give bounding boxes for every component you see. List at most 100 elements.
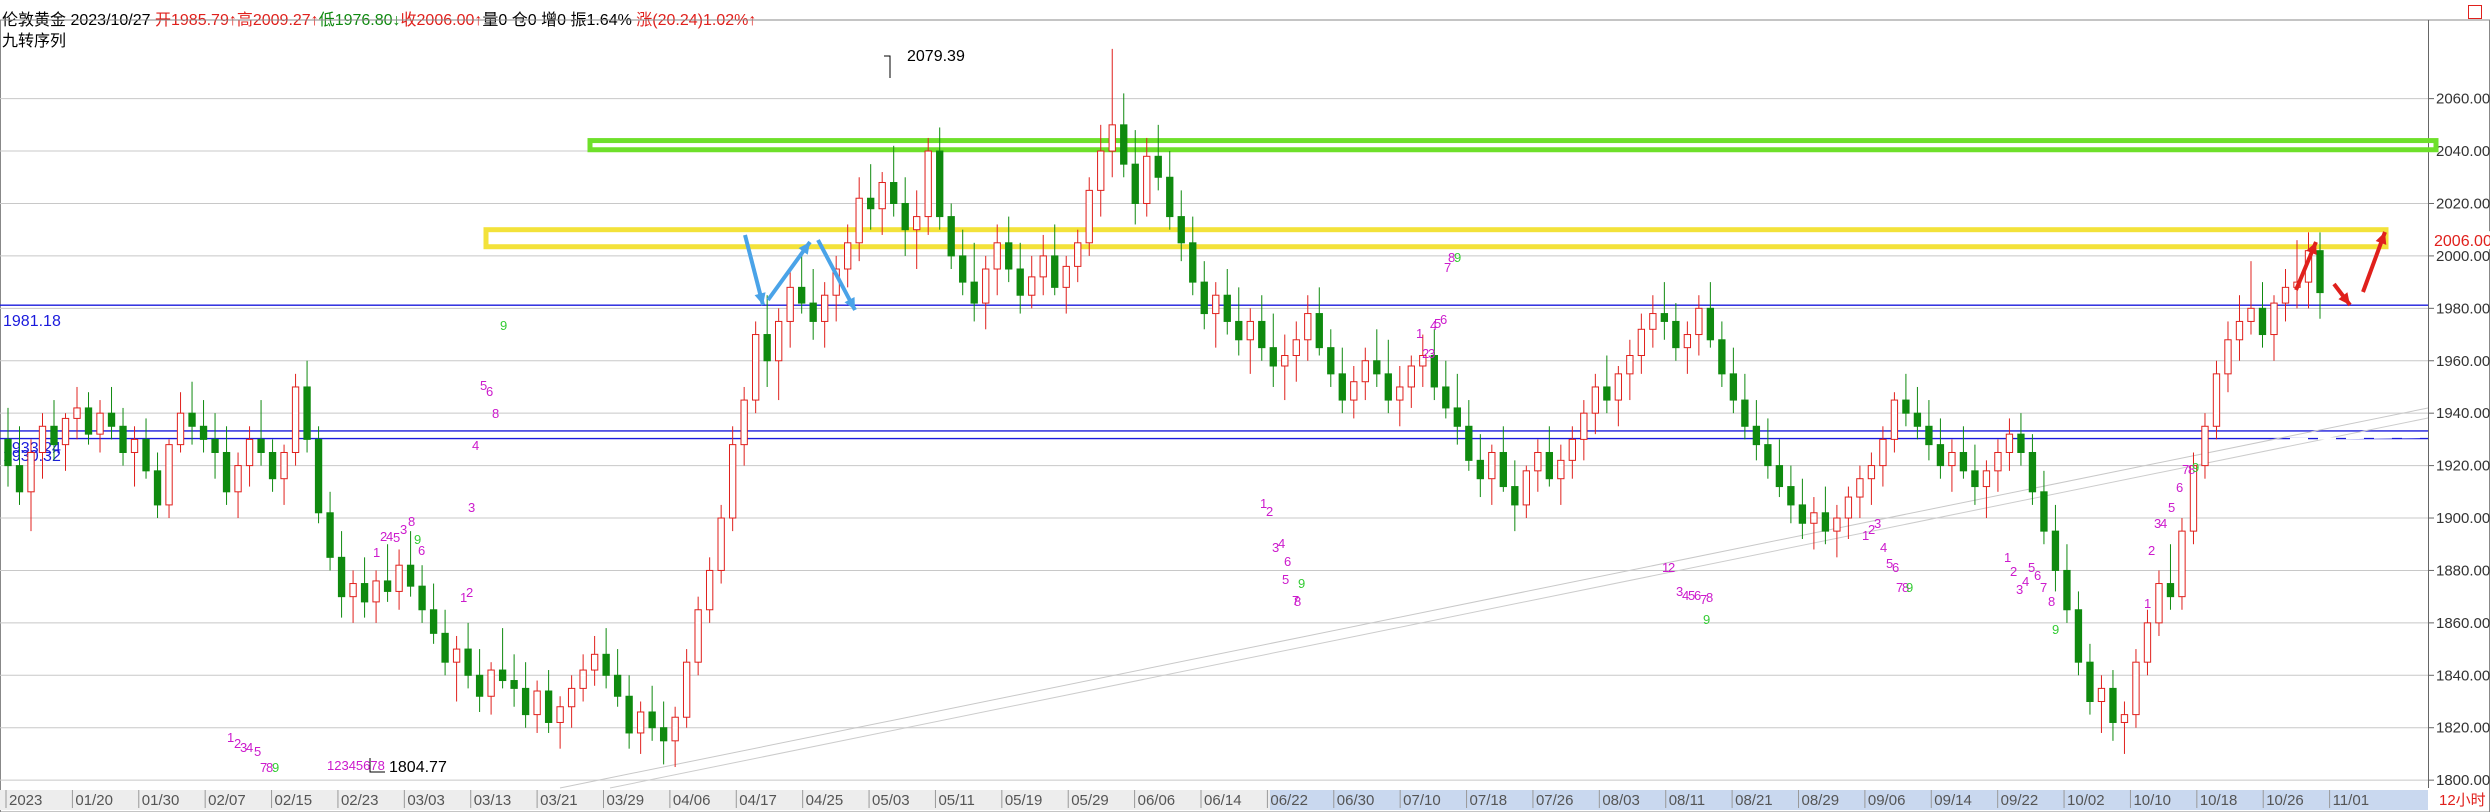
- td-counter-label: 1: [2144, 596, 2151, 611]
- candle-body: [142, 438, 150, 472]
- candle-body: [2017, 433, 2025, 453]
- candle-body: [901, 202, 909, 231]
- x-tick-label: 03/21: [540, 792, 578, 809]
- candle-body: [1488, 451, 1496, 480]
- candle-body: [1557, 459, 1565, 480]
- candle: [1695, 295, 1703, 356]
- candle-body: [222, 451, 231, 493]
- candle: [1718, 321, 1726, 387]
- candle-body: [890, 182, 898, 204]
- candle: [1741, 373, 1749, 440]
- candle: [498, 628, 507, 689]
- candle: [556, 696, 564, 749]
- candle: [1166, 151, 1174, 230]
- candle: [901, 177, 909, 256]
- candle-body: [1269, 347, 1277, 367]
- candle-body: [1304, 313, 1312, 341]
- high-marker: [884, 55, 891, 78]
- candle: [1154, 124, 1162, 191]
- candle: [441, 609, 449, 676]
- candle: [993, 224, 1001, 296]
- td-counter-label: 5: [2168, 500, 2175, 515]
- candle-body: [4, 438, 12, 467]
- candle-body: [1442, 386, 1450, 409]
- candle-body: [245, 438, 254, 467]
- candle-body: [809, 302, 817, 322]
- candle-body: [913, 216, 921, 231]
- candle: [682, 649, 691, 728]
- trend-line: [609, 417, 2429, 789]
- candle-body: [2086, 661, 2094, 703]
- candle-body: [2051, 530, 2060, 571]
- candle-body: [1235, 320, 1243, 341]
- candle: [188, 381, 196, 445]
- candle: [1120, 93, 1128, 178]
- candle-body: [1200, 281, 1208, 315]
- td-counter-label: 4: [1880, 540, 1887, 555]
- candle: [326, 491, 334, 571]
- candle-body: [1384, 373, 1392, 401]
- candle: [1626, 339, 1634, 401]
- candle-body: [2120, 714, 2129, 723]
- candle-body: [544, 690, 553, 723]
- candle: [1327, 329, 1335, 387]
- candle: [717, 504, 725, 584]
- candle-body: [982, 268, 990, 304]
- candle-body: [429, 609, 438, 634]
- candle-body: [188, 412, 196, 427]
- candle-body: [671, 716, 679, 742]
- candle-body: [1913, 412, 1922, 427]
- candle-body: [1626, 355, 1634, 375]
- candle-body: [2143, 622, 2152, 663]
- candle: [1315, 287, 1323, 356]
- candle: [1269, 313, 1277, 387]
- candle: [590, 635, 599, 686]
- candle-body: [1062, 265, 1070, 288]
- candle-body: [268, 451, 277, 480]
- td-counter-label: 9: [1298, 576, 1305, 591]
- td-counter-label: 2: [1668, 560, 1675, 575]
- candle: [2224, 321, 2232, 393]
- td-counter-label: 8: [1706, 590, 1713, 605]
- candle: [844, 224, 852, 288]
- candle: [1085, 177, 1093, 256]
- candle-body: [15, 465, 24, 493]
- candle-body: [1787, 486, 1795, 506]
- green-resistance-zone: [587, 138, 2439, 153]
- candle-body: [1143, 155, 1151, 204]
- x-tick-label: 09/22: [2001, 792, 2039, 809]
- candle: [1683, 321, 1692, 374]
- candle-body: [2235, 320, 2244, 341]
- candle-body: [165, 444, 173, 506]
- x-tick-label: 12小时: [2439, 792, 2486, 809]
- candle-body: [728, 444, 737, 519]
- td-counter-label: 6: [1440, 312, 1447, 327]
- x-tick-label: 02/15: [275, 792, 313, 809]
- x-tick-label: 06/14: [1204, 792, 1242, 809]
- td-counter-label: 4: [472, 438, 479, 453]
- candle: [2178, 518, 2186, 610]
- candle: [1557, 444, 1565, 505]
- candle-body: [821, 294, 829, 322]
- yellow-resistance-zone: [483, 227, 2389, 250]
- x-tick-label: 10/18: [2200, 792, 2238, 809]
- candle-body: [2074, 609, 2083, 663]
- candle-body: [959, 255, 967, 283]
- y-tick-label: 2020.00: [2436, 195, 2490, 212]
- candle: [1281, 334, 1289, 401]
- candle-body: [786, 286, 794, 322]
- candle: [786, 269, 794, 348]
- candle: [337, 531, 346, 618]
- candle-body: [2316, 250, 2324, 294]
- x-tick-label: 07/26: [1536, 792, 1574, 809]
- candle-body: [326, 512, 334, 558]
- candle: [1005, 216, 1013, 283]
- candle-body: [1925, 425, 1933, 446]
- candle: [1637, 313, 1646, 374]
- candle-body: [1741, 399, 1749, 427]
- candle: [2201, 413, 2209, 479]
- candle-body: [740, 399, 748, 446]
- candle-body: [1522, 470, 1530, 506]
- candle: [1396, 365, 1404, 427]
- candle-body: [475, 674, 484, 697]
